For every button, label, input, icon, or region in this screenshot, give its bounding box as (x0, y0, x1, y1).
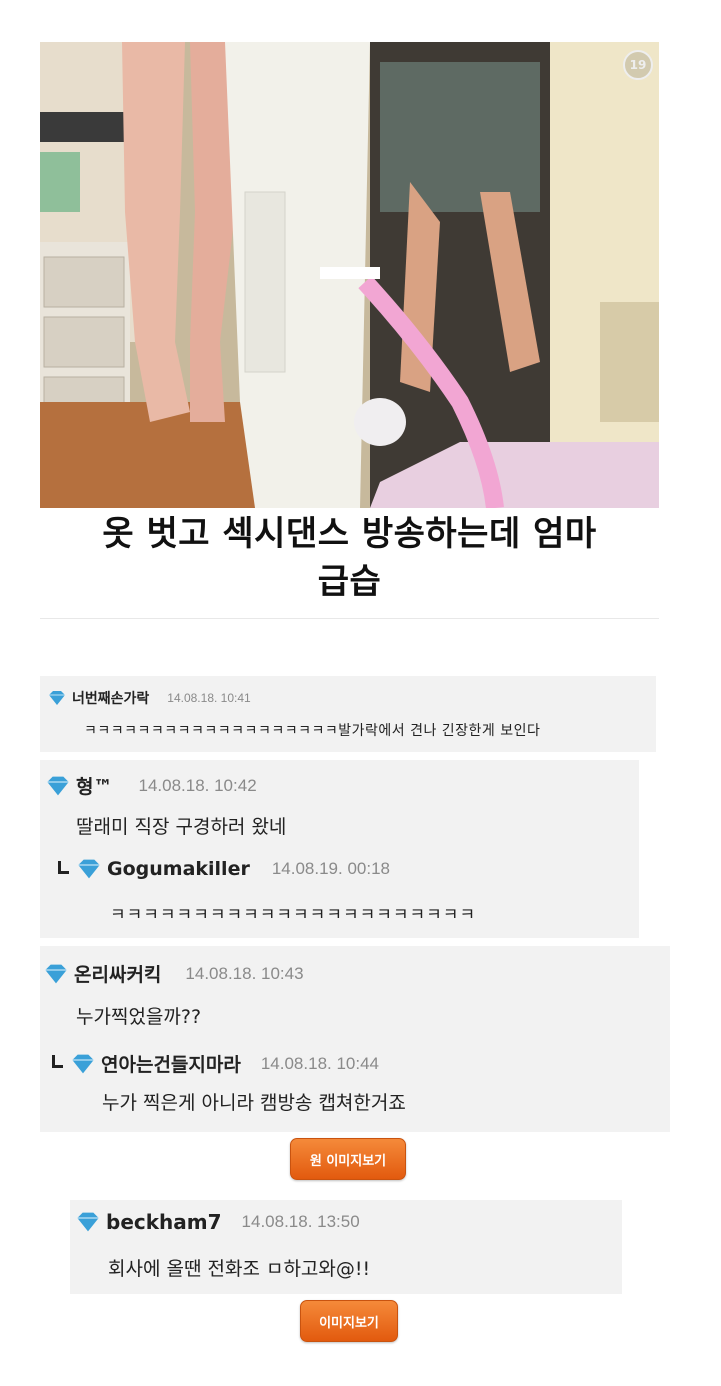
comment-text: 회사에 올땐 전화조 ㅁ하고와@!! (108, 1258, 371, 1280)
diamond-icon (78, 859, 100, 879)
diamond-icon (72, 1054, 94, 1073)
reply-text: ㅋㅋㅋㅋㅋㅋㅋㅋㅋㅋㅋㅋㅋㅋㅋㅋㅋㅋㅋㅋㅋㅋ (110, 905, 477, 925)
post-title: 옷 벗고 섹시댄스 방송하는데 엄마 급습 (40, 510, 659, 606)
comment-panel-2: 형™ 14.08.18. 10:42 딸래미 직장 구경하러 왔네 Goguma… (40, 760, 639, 938)
comment-text: 누가찍었을까?? (76, 1006, 202, 1028)
comment-panel-4: beckham7 14.08.18. 13:50 회사에 올땐 전화조 ㅁ하고와… (70, 1200, 622, 1294)
comment-header: beckham7 14.08.18. 13:50 (76, 1210, 360, 1234)
diamond-icon (45, 964, 67, 983)
comment-date: 14.08.18. 10:41 (167, 691, 251, 705)
comment-header: 너번째손가락 14.08.18. 10:41 (48, 688, 251, 708)
reply-text: 누가 찍은게 아니라 캠방송 캡쳐한거죠 (102, 1092, 406, 1114)
diamond-icon (49, 691, 65, 705)
reply-arrow-icon (52, 1055, 63, 1068)
comment-panel-1: 너번째손가락 14.08.18. 10:41 ㅋㅋㅋㅋㅋㅋㅋㅋㅋㅋㅋㅋㅋㅋㅋㅋㅋ… (40, 676, 656, 752)
reply-username[interactable]: Gogumakiller (107, 858, 250, 880)
comment-username[interactable]: 너번째손가락 (72, 688, 149, 708)
comment-text: 딸래미 직장 구경하러 왔네 (76, 816, 287, 838)
view-original-image-button[interactable]: 원 이미지보기 (290, 1138, 406, 1180)
diamond-icon (77, 1212, 99, 1232)
diamond-icon (47, 776, 69, 795)
reply-header: Gogumakiller 14.08.19. 00:18 (58, 858, 390, 880)
comment-panel-3: 온리싸커킥 14.08.18. 10:43 누가찍었을까?? 연아는건들지마라 … (40, 946, 670, 1132)
reply-username[interactable]: 연아는건들지마라 (101, 1050, 241, 1077)
comment-username[interactable]: beckham7 (106, 1210, 222, 1234)
comment-date: 14.08.18. 13:50 (241, 1212, 360, 1231)
view-image-button[interactable]: 이미지보기 (300, 1300, 398, 1342)
comment-date: 14.08.18. 10:43 (185, 963, 304, 983)
divider (40, 618, 659, 619)
post-title-line2: 급습 (317, 562, 382, 602)
comment-header: 형™ 14.08.18. 10:42 (46, 772, 257, 799)
comment-text: ㅋㅋㅋㅋㅋㅋㅋㅋㅋㅋㅋㅋㅋㅋㅋㅋㅋㅋㅋ발가락에서 견나 긴장한게 보인다 (84, 723, 541, 739)
comment-username[interactable]: 온리싸커킥 (74, 960, 161, 987)
post-photo: 19 (40, 42, 659, 508)
photo-illustration (40, 42, 659, 508)
reply-date: 14.08.18. 10:44 (260, 1053, 380, 1073)
post-title-line1: 옷 벗고 섹시댄스 방송하는데 엄마 (102, 514, 597, 554)
comment-username[interactable]: 형™ (76, 772, 112, 799)
comment-date: 14.08.18. 10:42 (138, 775, 257, 795)
reply-date: 14.08.19. 00:18 (271, 859, 390, 878)
reply-header: 연아는건들지마라 14.08.18. 10:44 (52, 1050, 379, 1077)
age-rating-badge: 19 (623, 50, 653, 80)
reply-arrow-icon (58, 860, 69, 874)
comment-header: 온리싸커킥 14.08.18. 10:43 (44, 960, 304, 987)
